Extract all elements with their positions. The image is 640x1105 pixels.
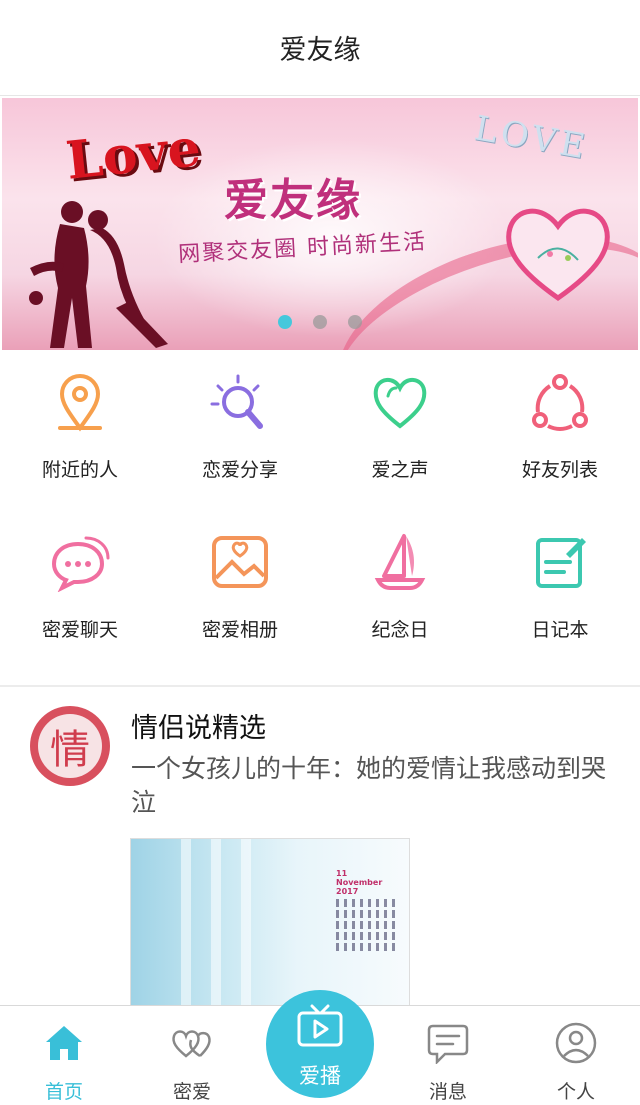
tab-label: 爱播 (299, 1064, 341, 1088)
feature-label: 密爱聊天 (41, 619, 118, 641)
top-header: 爱友缘 (0, 0, 640, 96)
home-icon (46, 1026, 82, 1060)
cal-row (336, 921, 396, 929)
section-title: 情侣说精选 (131, 713, 266, 744)
feature-friend-list[interactable]: 好友列表 (480, 352, 640, 512)
pagination-dot-1[interactable] (277, 315, 292, 329)
sailboat-icon (374, 534, 426, 590)
section-divider (0, 685, 640, 687)
feature-love-voice[interactable]: 爱之声 (320, 352, 480, 512)
tv-play-icon (297, 1004, 343, 1047)
feature-label: 日记本 (531, 619, 589, 641)
tab-label: 首页 (44, 1081, 83, 1103)
curtain-stripe (181, 839, 191, 1007)
feature-label: 恋爱分享 (201, 459, 278, 481)
banner-title: 爱友缘 (224, 175, 362, 226)
feature-label: 纪念日 (371, 619, 429, 641)
feature-love-share[interactable]: 恋爱分享 (160, 352, 320, 512)
share-nodes-icon (532, 374, 588, 431)
article-avatar: 情 (30, 706, 110, 786)
tab-label: 个人 (556, 1081, 595, 1103)
avatar-seal: 情 (38, 714, 102, 778)
heart-icon (373, 378, 427, 429)
chat-bubble-icon (51, 536, 110, 592)
feature-label: 爱之声 (371, 459, 429, 481)
feature-label: 好友列表 (521, 459, 598, 481)
tab-profile[interactable]: 个人 (512, 1006, 640, 1105)
feature-grid: 附近的人 恋爱分享 爱之声 好友列表 密爱聊天 密爱相册 纪念日 日记本 (0, 352, 640, 684)
curtain-stripe (211, 839, 221, 1007)
calendar-picture: 11 November 2017 (336, 869, 396, 959)
person-icon (555, 1022, 597, 1064)
feature-nearby-people[interactable]: 附近的人 (0, 352, 160, 512)
heart-frame-icon (506, 208, 610, 302)
curtain-stripe (241, 839, 251, 1007)
calendar-month: 11 November 2017 (336, 869, 383, 896)
feature-private-album[interactable]: 密爱相册 (160, 512, 320, 672)
feature-anniversary[interactable]: 纪念日 (320, 512, 480, 672)
tab-home[interactable]: 首页 (0, 1006, 128, 1105)
banner-pagination (2, 314, 638, 333)
banner-love-text-2: LOVE (471, 108, 592, 168)
tab-live-broadcast[interactable]: 爱播 (266, 990, 374, 1098)
article-thumbnail[interactable]: 11 November 2017 (130, 838, 410, 1008)
tab-love[interactable]: 密爱 (128, 1006, 256, 1105)
tab-label: 消息 (428, 1081, 467, 1103)
page-title: 爱友缘 (279, 35, 361, 66)
tab-messages[interactable]: 消息 (384, 1006, 512, 1105)
promo-banner[interactable]: Love LOVE 爱友缘 网聚交友圈 时尚新生活 (2, 98, 638, 350)
notebook-icon (536, 538, 586, 588)
article-headline[interactable]: 一个女孩儿的十年：她的爱情让我感动到哭泣 (131, 752, 621, 820)
cal-row (336, 899, 396, 907)
cal-row (336, 943, 396, 951)
message-icon (427, 1024, 469, 1064)
feature-label: 密爱相册 (201, 619, 278, 641)
cal-row (336, 910, 396, 918)
tab-label: 密爱 (172, 1081, 211, 1103)
pagination-dot-2[interactable] (313, 315, 327, 329)
feature-private-chat[interactable]: 密爱聊天 (0, 512, 160, 672)
double-heart-icon (172, 1030, 211, 1058)
lightbulb-icon (210, 374, 263, 429)
pagination-dot-3[interactable] (348, 315, 363, 329)
location-pin-icon (58, 374, 102, 432)
feature-label: 附近的人 (41, 459, 118, 481)
cal-row (336, 932, 396, 940)
feature-diary[interactable]: 日记本 (480, 512, 640, 672)
photo-album-icon (212, 536, 268, 588)
